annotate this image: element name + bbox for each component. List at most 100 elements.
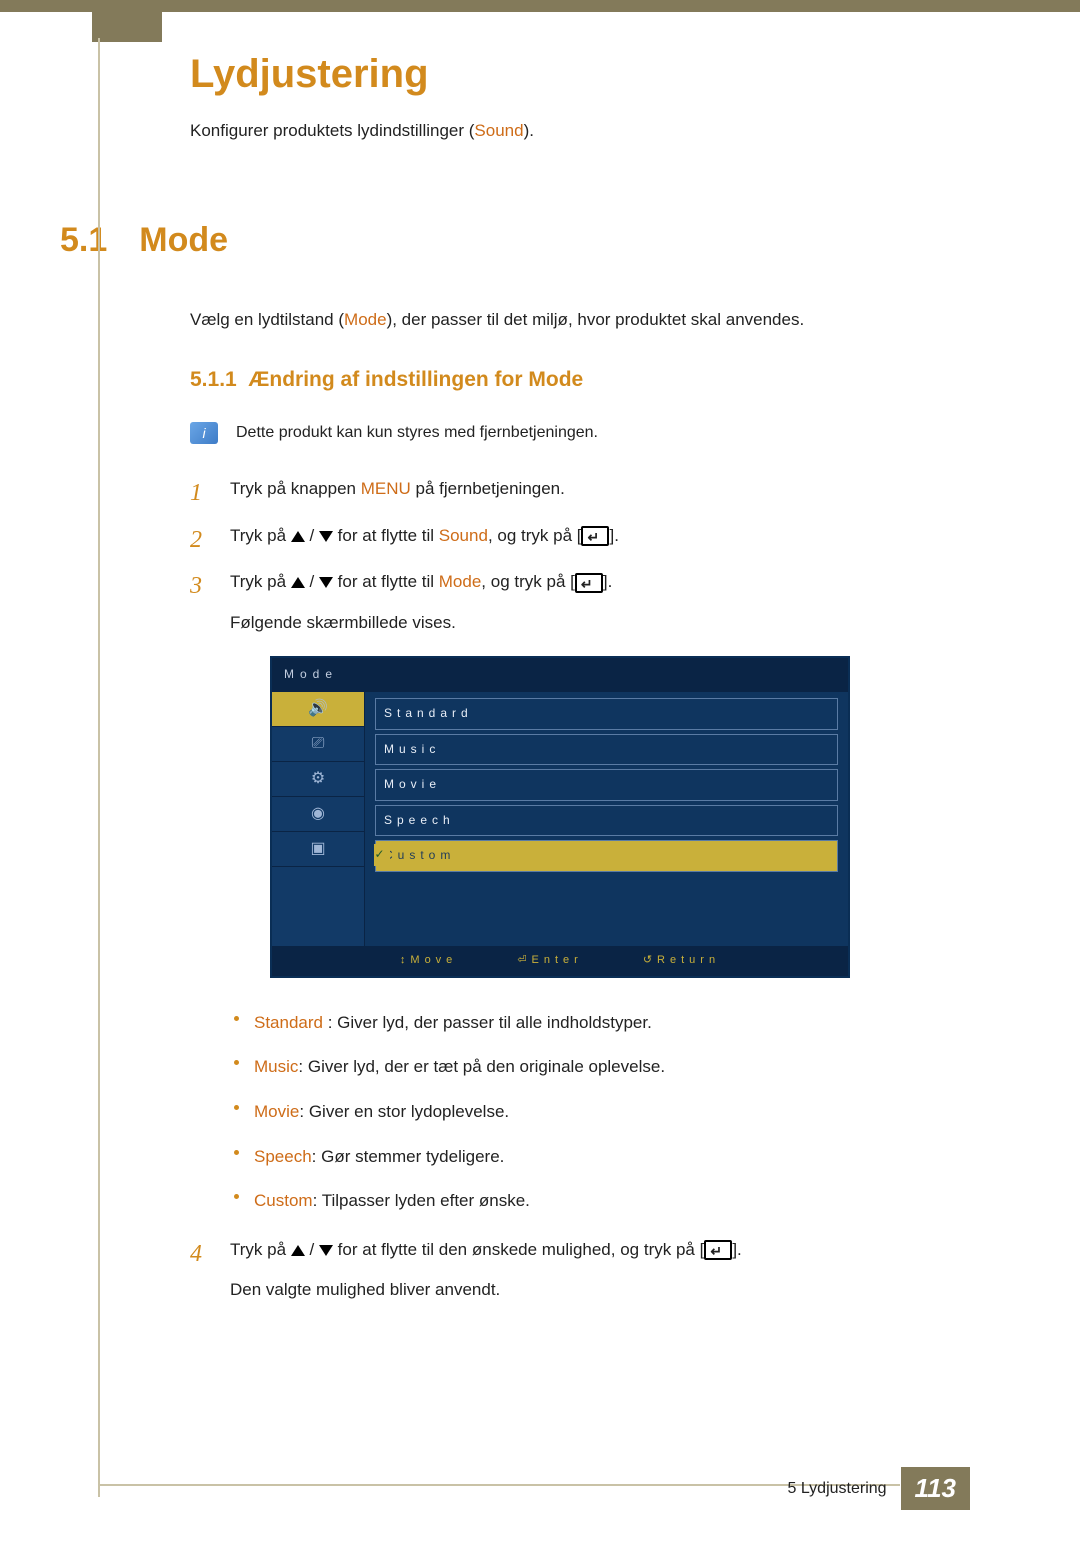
desc-standard: Standard : Giver lyd, der passer til all… xyxy=(230,1008,970,1039)
step4-end: ]. xyxy=(732,1240,741,1259)
page-title: Lydjustering xyxy=(190,52,970,97)
step2-mid: for at flytte til xyxy=(333,526,439,545)
step3-after: Følgende skærmbillede vises. xyxy=(230,608,970,639)
desc-text: Tilpasser lyden efter ønske. xyxy=(322,1191,530,1210)
desc-custom: Custom: Tilpasser lyden efter ønske. xyxy=(230,1186,970,1217)
osd-move-label: Move xyxy=(410,954,457,966)
section-number: 5.1 xyxy=(60,221,107,260)
intro-post: ). xyxy=(524,121,534,140)
section-heading: 5.1 Mode xyxy=(60,221,970,260)
desc-music: Music: Giver lyd, der er tæt på den orig… xyxy=(230,1052,970,1083)
subsection-number: 5.1.1 xyxy=(190,368,237,391)
desc-text: Giver en stor lydoplevelse. xyxy=(309,1102,509,1121)
enter-icon xyxy=(704,1240,732,1260)
subsection-heading: 5.1.1 Ændring af indstillingen for Mode xyxy=(190,368,970,392)
step1-pre: Tryk på knappen xyxy=(230,479,361,498)
osd-option-music: Music xyxy=(375,734,838,766)
note-text: Dette produkt kan kun styres med fjernbe… xyxy=(236,424,598,442)
osd-footer: ↕Move ⏎Enter ↺Return xyxy=(272,946,848,976)
lead-keyword: Mode xyxy=(344,310,387,329)
mode-descriptions: Standard : Giver lyd, der passer til all… xyxy=(230,1008,970,1217)
desc-kw: Music xyxy=(254,1057,298,1076)
footer-rule xyxy=(100,1484,900,1486)
desc-sep: : xyxy=(298,1057,307,1076)
osd-side-sound-icon: 🔊 xyxy=(272,692,364,727)
intro-pre: Konfigurer produktets lydindstillinger ( xyxy=(190,121,474,140)
osd-return-label: Return xyxy=(657,954,720,966)
desc-sep: : xyxy=(299,1102,308,1121)
desc-kw: Custom xyxy=(254,1191,313,1210)
page-number: 113 xyxy=(901,1467,970,1510)
osd-side-icon: ▣ xyxy=(272,832,364,867)
step3-end: ]. xyxy=(603,572,612,591)
osd-side-icon: ⚙ xyxy=(272,762,364,797)
step3-pre: Tryk på xyxy=(230,572,291,591)
page-footer: 5 Lydjustering 113 xyxy=(788,1467,970,1510)
step3-post: , og tryk på [ xyxy=(481,572,575,591)
section-lead: Vælg en lydtilstand (Mode), der passer t… xyxy=(190,310,970,330)
arrow-down-icon xyxy=(319,577,333,588)
note-row: i Dette produkt kan kun styres med fjern… xyxy=(190,422,970,444)
osd-enter-label: Enter xyxy=(532,954,583,966)
desc-sep: : xyxy=(313,1191,322,1210)
osd-option-movie: Movie xyxy=(375,769,838,801)
desc-speech: Speech: Gør stemmer tydeligere. xyxy=(230,1142,970,1173)
osd-main: Standard Music Movie Speech Custom xyxy=(365,692,848,946)
osd-option-standard: Standard xyxy=(375,698,838,730)
arrow-down-icon xyxy=(319,531,333,542)
footer-chapter: 5 Lydjustering xyxy=(788,1480,887,1498)
desc-text: Giver lyd, der passer til alle indholdst… xyxy=(337,1013,652,1032)
step2-keyword: Sound xyxy=(439,526,488,545)
step4-mid: for at flytte til den ønskede mulighed, … xyxy=(333,1240,704,1259)
step1-keyword: MENU xyxy=(361,479,411,498)
osd-enter-hint: ⏎Enter xyxy=(517,951,583,971)
desc-sep: : xyxy=(323,1013,337,1032)
intro-keyword: Sound xyxy=(474,121,523,140)
subsection-title: Ændring af indstillingen for Mode xyxy=(248,368,583,391)
desc-kw: Speech xyxy=(254,1147,312,1166)
osd-side-icon: ⎚ xyxy=(272,727,364,762)
arrow-down-icon xyxy=(319,1245,333,1256)
osd-move-hint: ↕Move xyxy=(400,951,457,971)
page: Lydjustering Konfigurer produktets lydin… xyxy=(0,12,1080,1542)
step2-pre: Tryk på xyxy=(230,526,291,545)
top-bar xyxy=(0,0,1080,12)
step2-post: , og tryk på [ xyxy=(488,526,582,545)
desc-text: Giver lyd, der er tæt på den originale o… xyxy=(308,1057,665,1076)
osd-option-custom: Custom xyxy=(375,840,838,872)
step-3: Tryk på / for at flytte til Mode, og try… xyxy=(190,567,970,1217)
arrow-up-icon xyxy=(291,1245,305,1256)
arrow-up-icon xyxy=(291,577,305,588)
desc-sep: : xyxy=(312,1147,321,1166)
osd-side-icon: ◉ xyxy=(272,797,364,832)
lead-post: ), der passer til det miljø, hvor produk… xyxy=(387,310,805,329)
step-2: Tryk på / for at flytte til Sound, og tr… xyxy=(190,521,970,552)
section-title: Mode xyxy=(139,221,228,260)
intro-text: Konfigurer produktets lydindstillinger (… xyxy=(190,121,970,141)
arrow-up-icon xyxy=(291,531,305,542)
osd-body: 🔊 ⎚ ⚙ ◉ ▣ Standard Music Movie Speech Cu… xyxy=(272,692,848,946)
osd-title: Mode xyxy=(272,658,848,692)
desc-movie: Movie: Giver en stor lydoplevelse. xyxy=(230,1097,970,1128)
enter-icon xyxy=(581,526,609,546)
osd-return-hint: ↺Return xyxy=(643,951,720,971)
osd-option-speech: Speech xyxy=(375,805,838,837)
enter-icon xyxy=(575,573,603,593)
desc-kw: Standard xyxy=(254,1013,323,1032)
step2-end: ]. xyxy=(609,526,618,545)
step3-mid: for at flytte til xyxy=(333,572,439,591)
left-rule xyxy=(98,38,100,1497)
step4-after: Den valgte mulighed bliver anvendt. xyxy=(230,1275,970,1306)
step1-post: på fjernbetjeningen. xyxy=(411,479,565,498)
desc-text: Gør stemmer tydeligere. xyxy=(321,1147,504,1166)
step-4: Tryk på / for at flytte til den ønskede … xyxy=(190,1235,970,1306)
desc-kw: Movie xyxy=(254,1102,299,1121)
step-1: Tryk på knappen MENU på fjernbetjeningen… xyxy=(190,474,970,505)
step4-pre: Tryk på xyxy=(230,1240,291,1259)
step3-keyword: Mode xyxy=(439,572,482,591)
osd-sidebar: 🔊 ⎚ ⚙ ◉ ▣ xyxy=(272,692,365,946)
osd-screenshot: Mode 🔊 ⎚ ⚙ ◉ ▣ Standard Music Movie Spee… xyxy=(270,656,850,977)
lead-pre: Vælg en lydtilstand ( xyxy=(190,310,344,329)
note-icon: i xyxy=(190,422,218,444)
steps-list: Tryk på knappen MENU på fjernbetjeningen… xyxy=(190,474,970,1306)
